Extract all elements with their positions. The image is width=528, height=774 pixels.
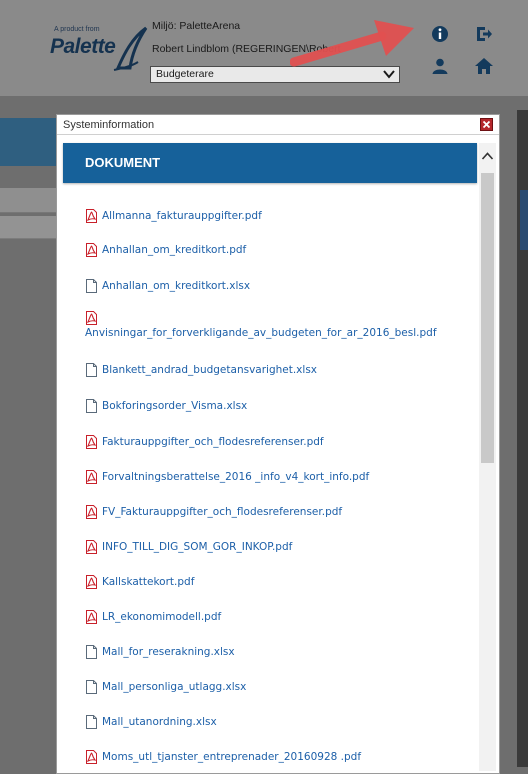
environment-label: Miljö: PaletteArena <box>152 20 241 32</box>
logo-tagline: A product from <box>54 26 100 33</box>
document-link[interactable]: Mall_for_reserakning.xlsx <box>85 645 235 659</box>
document-name: Kallskattekort.pdf <box>102 576 195 588</box>
file-icon <box>86 680 97 694</box>
app-header: A product from Palette Miljö: PaletteAre… <box>0 0 528 96</box>
document-name: Forvaltningsberattelse_2016 _info_v4_kor… <box>102 471 370 483</box>
pdf-file-icon <box>86 540 97 554</box>
scrollbar-thumb[interactable] <box>481 173 494 463</box>
annotation-arrow-icon <box>290 20 414 67</box>
document-name: Anhallan_om_kreditkort.pdf <box>102 244 247 256</box>
background-right-accent <box>520 190 528 250</box>
file-icon <box>86 363 97 377</box>
document-name: Mall_personliga_utlagg.xlsx <box>102 681 247 693</box>
document-name: FV_Fakturauppgifter_och_flodesreferenser… <box>102 506 343 518</box>
pdf-file-icon <box>86 505 97 519</box>
document-link[interactable]: Moms_utl_tjanster_entreprenader_20160928… <box>85 750 361 764</box>
background-row <box>0 216 56 239</box>
user-icon[interactable] <box>430 56 450 76</box>
logo-wordmark: Palette <box>50 35 116 58</box>
document-link[interactable]: Blankett_andrad_budgetansvarighet.xlsx <box>85 363 317 377</box>
document-link[interactable]: Forvaltningsberattelse_2016 _info_v4_kor… <box>85 470 369 484</box>
document-name: Bokforingsorder_Visma.xlsx <box>102 400 248 412</box>
document-name: Mall_utanordning.xlsx <box>102 716 217 728</box>
home-icon[interactable] <box>474 56 494 76</box>
document-name: Allmanna_fakturauppgifter.pdf <box>102 210 262 222</box>
pdf-file-icon <box>86 575 97 589</box>
background-row <box>0 188 56 213</box>
dialog-close-button[interactable] <box>480 118 493 131</box>
document-link[interactable]: Allmanna_fakturauppgifter.pdf <box>85 209 262 223</box>
document-link[interactable]: Anvisningar_for_forverkligande_av_budget… <box>85 311 437 339</box>
document-name: Anvisningar_for_forverkligande_av_budget… <box>85 327 437 339</box>
logout-icon[interactable] <box>474 24 494 44</box>
file-icon <box>86 645 97 659</box>
document-link[interactable]: Kallskattekort.pdf <box>85 575 194 589</box>
document-link[interactable]: INFO_TILL_DIG_SOM_GOR_INKOP.pdf <box>85 540 292 554</box>
document-name: Blankett_andrad_budgetansvarighet.xlsx <box>102 364 317 376</box>
pdf-file-icon <box>86 243 97 257</box>
document-name: Anhallan_om_kreditkort.xlsx <box>102 280 251 292</box>
document-link[interactable]: Mall_utanordning.xlsx <box>85 715 217 729</box>
role-select-value: Budgeterare <box>156 68 214 80</box>
background-panel-header <box>0 118 56 166</box>
document-link[interactable]: Fakturauppgifter_och_flodesreferenser.pd… <box>85 435 324 449</box>
file-icon <box>86 715 97 729</box>
dialog-scrollbar[interactable] <box>479 143 496 771</box>
document-link[interactable]: Anhallan_om_kreditkort.xlsx <box>85 279 250 293</box>
file-icon <box>86 279 97 293</box>
scroll-up-icon[interactable] <box>481 151 494 161</box>
pdf-file-icon <box>86 311 97 325</box>
info-icon[interactable] <box>430 24 450 44</box>
document-name: LR_ekonomimodell.pdf <box>102 611 222 623</box>
close-icon <box>482 120 491 129</box>
document-name: Mall_for_reserakning.xlsx <box>102 646 235 658</box>
document-list: Allmanna_fakturauppgifter.pdf Anhallan_om… <box>57 115 477 773</box>
document-name: Moms_utl_tjanster_entreprenader_20160928… <box>102 751 362 763</box>
document-name: Fakturauppgifter_och_flodesreferenser.pd… <box>102 436 324 448</box>
system-info-dialog: Systeminformation DOKUMENT Allmanna_fakt… <box>56 114 500 774</box>
pdf-file-icon <box>86 750 97 764</box>
document-link[interactable]: FV_Fakturauppgifter_och_flodesreferenser… <box>85 505 342 519</box>
pdf-file-icon <box>86 209 97 223</box>
logo-swoosh-icon <box>113 26 148 71</box>
chevron-down-icon <box>383 70 395 79</box>
palette-logo: A product from Palette <box>50 22 150 74</box>
document-name: INFO_TILL_DIG_SOM_GOR_INKOP.pdf <box>102 541 293 553</box>
document-link[interactable]: Mall_personliga_utlagg.xlsx <box>85 680 246 694</box>
pdf-file-icon <box>86 470 97 484</box>
pdf-file-icon <box>86 435 97 449</box>
document-link[interactable]: Anhallan_om_kreditkort.pdf <box>85 243 246 257</box>
document-link[interactable]: LR_ekonomimodell.pdf <box>85 610 221 624</box>
pdf-file-icon <box>86 610 97 624</box>
file-icon <box>86 399 97 413</box>
document-link[interactable]: Bokforingsorder_Visma.xlsx <box>85 399 247 413</box>
